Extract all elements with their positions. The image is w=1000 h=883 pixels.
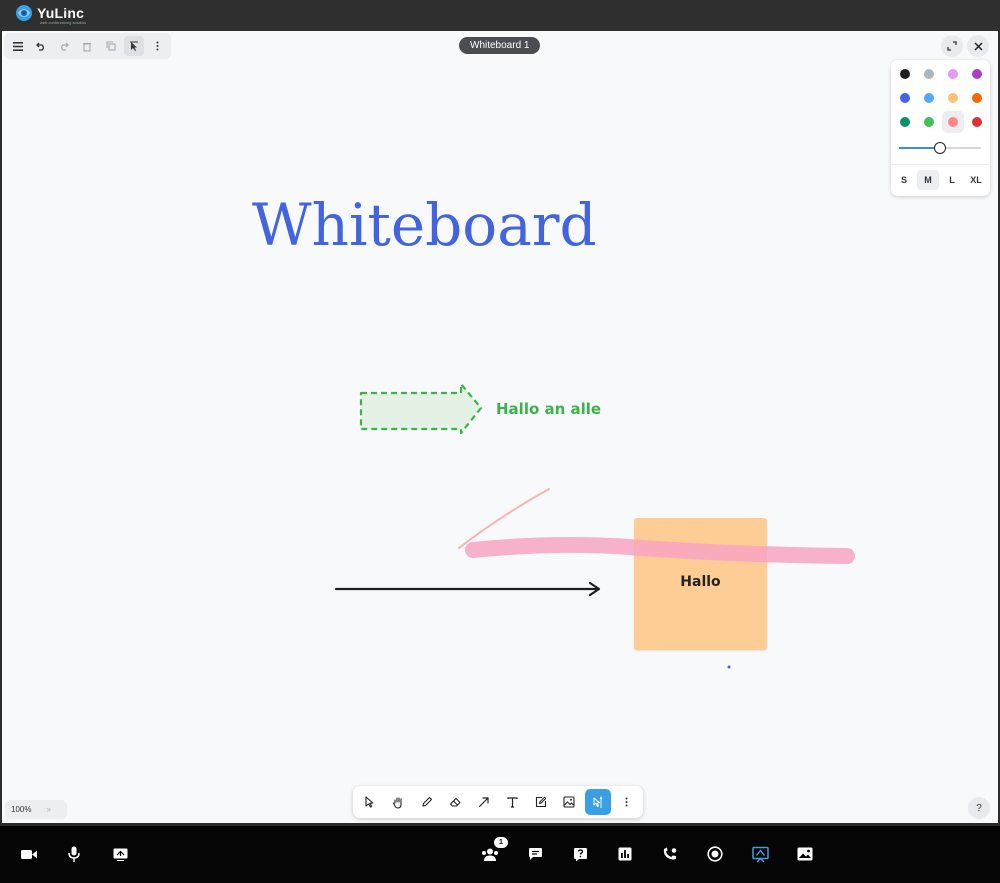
screen-share-icon[interactable] [108,843,132,865]
image-tool-icon[interactable] [557,789,583,815]
color-swatch[interactable] [948,93,958,103]
whiteboard-heading[interactable]: Whiteboard [252,191,597,259]
pencil-tool-icon[interactable] [414,789,440,815]
gallery-icon[interactable] [793,843,817,865]
style-panel: S M L XL [891,60,990,196]
logo-icon [14,3,34,23]
record-icon[interactable] [703,843,727,865]
microphone-icon[interactable] [62,843,86,865]
hand-tool-icon[interactable] [386,789,412,815]
more-options-icon[interactable] [148,36,167,56]
close-icon[interactable] [967,35,989,57]
select-cursor-icon[interactable] [124,36,144,56]
color-swatch[interactable] [924,117,934,127]
select-tool-icon[interactable] [357,789,383,815]
color-swatch[interactable] [972,93,982,103]
size-m-button[interactable]: M [917,170,939,190]
expand-zoom-icon[interactable]: » [46,805,50,814]
camera-icon[interactable] [17,843,41,865]
poll-icon[interactable] [613,843,637,865]
canvas-dot [727,665,731,669]
laser-tool-icon[interactable] [585,789,611,815]
color-swatch[interactable] [924,93,934,103]
panel-divider [891,164,990,165]
text-tool-icon[interactable] [500,789,526,815]
eraser-tool-icon[interactable] [443,789,469,815]
brand-name: YuLinc [37,5,85,21]
meeting-controls-bar: 1 [0,826,1000,883]
whiteboard-icon[interactable] [748,843,772,865]
color-swatch[interactable] [972,69,982,79]
drawing-layer [334,382,731,669]
color-swatch[interactable] [900,69,910,79]
size-s-button[interactable]: S [893,170,915,190]
menu-icon[interactable] [8,36,27,56]
zoom-level: 100% [11,805,32,814]
size-xl-button[interactable]: XL [965,170,987,190]
color-swatch[interactable] [900,93,910,103]
opacity-slider-knob[interactable] [934,142,946,154]
color-swatch[interactable] [900,117,910,127]
qa-icon[interactable] [568,843,592,865]
note-tool-icon[interactable] [528,789,554,815]
help-button[interactable]: ? [968,797,990,819]
color-swatch[interactable] [948,69,958,79]
color-swatch[interactable] [924,69,934,79]
zoom-indicator[interactable]: 100% » [5,800,67,819]
tools-more-icon[interactable] [614,789,640,815]
arrow-tool-icon[interactable] [471,789,497,815]
fullscreen-icon[interactable] [941,35,963,57]
pink-line [458,488,550,549]
undo-icon[interactable] [31,36,50,56]
color-swatch[interactable] [948,117,958,127]
chat-icon[interactable] [523,843,547,865]
color-swatch[interactable] [972,117,982,127]
main-toolbar [4,33,171,59]
board-title-pill[interactable]: Whiteboard 1 [459,37,541,54]
duplicate-icon[interactable] [101,36,120,56]
app-header: YuLinc web conferencing solution [0,0,1000,31]
phone-icon[interactable] [658,843,682,865]
size-l-button[interactable]: L [941,170,963,190]
participants-count-badge: 1 [494,837,508,848]
redo-icon[interactable] [55,36,74,56]
whiteboard-canvas[interactable]: Whiteboard Hallo an alle Hallo Whiteboar… [2,31,998,823]
trash-icon[interactable] [78,36,97,56]
arrow-shape [359,382,483,435]
drawing-tools-bar [353,786,643,818]
yulinc-logo: YuLinc web conferencing solution [14,3,87,25]
brand-tagline: web conferencing solution [40,20,87,25]
sticky-note-text: Hallo [680,574,721,590]
arrow-label[interactable]: Hallo an alle [496,400,601,418]
